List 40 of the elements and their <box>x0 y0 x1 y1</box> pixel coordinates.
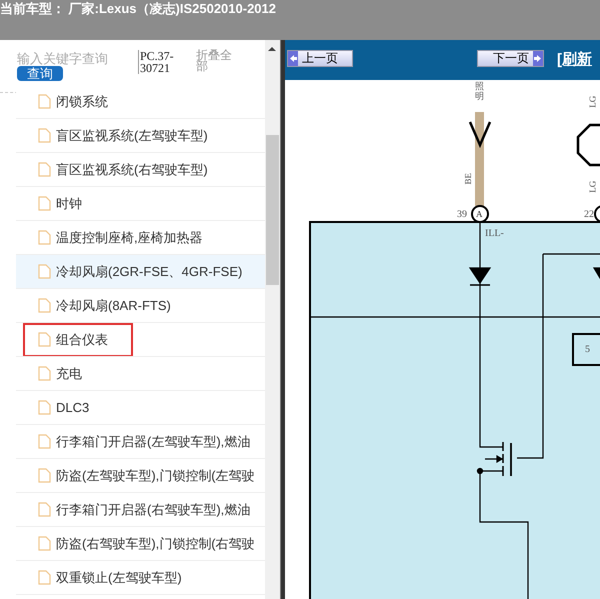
previous-page-button[interactable]: 上一页 <box>287 50 353 67</box>
document-icon <box>38 94 51 109</box>
tree-item[interactable]: 组合仪表 <box>16 323 265 357</box>
arrow-right-icon <box>533 51 543 66</box>
document-icon <box>38 536 51 551</box>
pin-number: 39 <box>457 208 467 222</box>
arrow-left-icon <box>288 51 298 66</box>
scroll-up-icon[interactable] <box>268 47 276 51</box>
pin-number: 22 <box>584 208 594 222</box>
signal-label: ILL- <box>485 227 504 241</box>
wire-color-label: BE <box>462 173 474 184</box>
document-icon <box>38 400 51 415</box>
refresh-link[interactable]: [刷新 <box>557 48 592 72</box>
document-icon <box>38 162 51 177</box>
pin-circle <box>471 205 489 223</box>
document-icon <box>38 468 51 483</box>
tree-item[interactable]: 冷却风扇(2GR-FSE、4GR-FSE) <box>16 255 265 289</box>
document-icon <box>38 264 51 279</box>
document-icon <box>38 196 51 211</box>
document-icon <box>38 570 51 585</box>
document-icon <box>38 332 51 347</box>
wire-color-label: LG <box>586 96 598 108</box>
code-label: PC.37-30721 <box>138 50 188 74</box>
document-icon <box>38 434 51 449</box>
wire-color-label: LG <box>586 180 598 193</box>
search-field[interactable]: 输入关键字查询 <box>17 50 135 67</box>
voltage-box <box>572 333 600 366</box>
document-icon <box>38 366 51 381</box>
connector-label: A <box>476 208 482 221</box>
vehicle-title: 当前车型： 厂家:Lexus（凌志)IS2502010-2012 <box>0 0 277 18</box>
scrollbar-thumb[interactable] <box>266 135 279 285</box>
next-page-button[interactable]: 下一页 <box>477 50 544 67</box>
document-icon <box>38 298 51 313</box>
connector-octagon <box>576 124 600 166</box>
document-icon <box>38 502 51 517</box>
document-icon <box>38 230 51 245</box>
document-icon <box>38 128 51 143</box>
voltage-label: 5 <box>585 343 590 357</box>
search-button[interactable]: 查询 <box>17 66 63 81</box>
wire-label: 照明 <box>475 82 484 102</box>
